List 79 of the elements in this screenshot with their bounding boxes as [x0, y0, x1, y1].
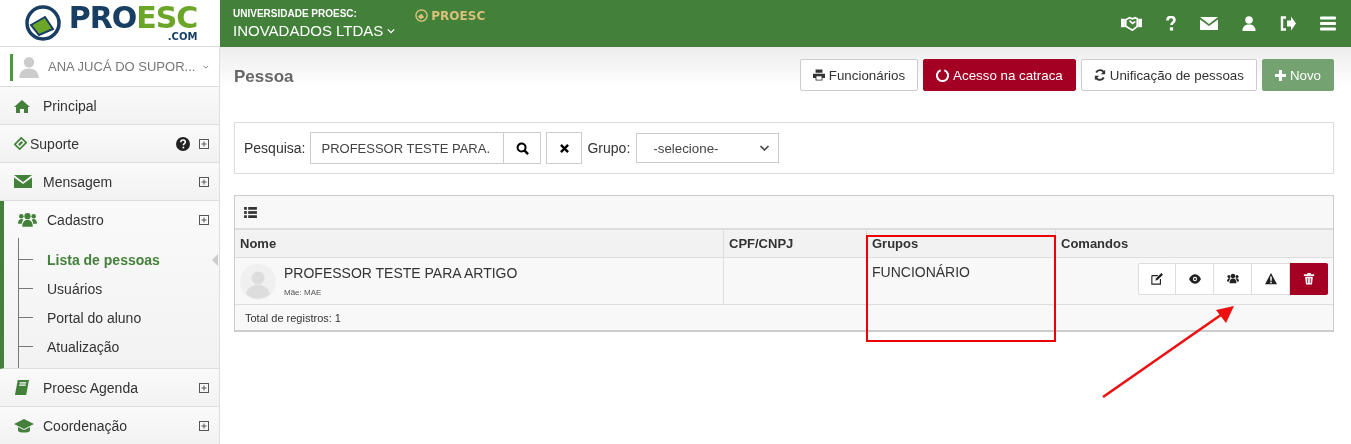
column-header: Grupos	[866, 230, 1055, 258]
search-label: Pesquisa:	[244, 140, 306, 156]
column-header: Comandos	[1055, 230, 1333, 258]
menu-button[interactable]	[1317, 16, 1339, 31]
users-icon	[18, 212, 37, 227]
plus-icon	[1274, 69, 1286, 81]
help-icon	[176, 136, 190, 151]
logo-drawing	[22, 5, 63, 41]
book-icon	[14, 380, 29, 395]
expand-icon	[199, 138, 209, 149]
user-menu[interactable]: ANA JUCÁ DO SUPOR...	[0, 47, 219, 87]
column-header: Nome	[235, 230, 723, 258]
edit-icon	[1151, 273, 1163, 285]
edit-button[interactable]	[1138, 263, 1176, 295]
expand-icon	[199, 420, 209, 431]
delete-button[interactable]	[1290, 263, 1328, 295]
sidebar-item[interactable]: Coordenação	[0, 407, 219, 444]
expand-icon	[199, 176, 209, 187]
person-name: PROFESSOR TESTE PARA ARTIGO	[284, 265, 518, 281]
sidebar-item[interactable]: Principal	[0, 87, 219, 124]
search-field[interactable]: PROFESSOR TESTE PARA.	[310, 132, 542, 164]
search-icon	[516, 141, 529, 155]
sidebar-item[interactable]: Cadastro	[4, 201, 219, 238]
printer-icon	[812, 69, 825, 81]
chevron-down-icon	[203, 63, 209, 70]
badge-logo-text: PROESC	[431, 8, 486, 23]
help-button[interactable]	[1163, 16, 1179, 31]
menu-icon	[1320, 16, 1336, 31]
toolbar-button[interactable]: Unificação de pessoas	[1080, 59, 1257, 91]
user-icon	[1242, 16, 1256, 31]
envelope-icon	[14, 175, 32, 188]
handshake-icon	[1121, 16, 1142, 31]
users-icon	[1226, 273, 1239, 285]
toolbar-button[interactable]: Funcionários	[799, 59, 919, 91]
logo-wordmark: PROESC	[68, 4, 198, 32]
column-header: CPF/CNPJ	[723, 230, 866, 258]
institution-label: UNIVERSIDADE PROESC:	[233, 8, 358, 19]
warning-button[interactable]	[1252, 263, 1290, 295]
submenu-item[interactable]: Portal do aluno	[47, 309, 142, 326]
warning-icon	[1264, 273, 1277, 285]
record-count: Total de registros: 1	[244, 310, 342, 326]
envelope-button[interactable]	[1197, 16, 1221, 31]
view-button[interactable]	[1176, 263, 1214, 295]
group-select[interactable]: -selecione-	[636, 133, 780, 163]
chevron-down-icon	[759, 145, 771, 151]
submenu-item[interactable]: Atualização	[47, 338, 120, 355]
ticket-icon	[14, 137, 27, 150]
badge-logo-icon	[415, 9, 429, 22]
groups-button[interactable]	[1214, 263, 1252, 295]
close-icon	[560, 143, 569, 153]
list-icon	[244, 206, 257, 218]
avatar-icon	[18, 54, 40, 79]
home-icon	[14, 98, 30, 113]
submenu-item[interactable]: Usuários	[47, 280, 103, 297]
graduation-cap-icon	[14, 418, 34, 433]
expand-icon	[199, 214, 209, 225]
sidebar-item[interactable]: Suporte	[0, 125, 219, 162]
table-cell: FUNCIONÁRIO	[872, 264, 970, 280]
help-icon	[1166, 16, 1176, 31]
expand-icon	[199, 382, 209, 393]
trash-icon	[1302, 273, 1315, 285]
ring-icon	[936, 68, 950, 82]
logo-domain: .COM	[167, 32, 198, 42]
chevron-down-icon	[387, 27, 396, 34]
envelope-icon	[1200, 16, 1218, 31]
clear-button[interactable]	[546, 132, 583, 164]
avatar-icon	[240, 264, 276, 300]
sign-out-icon	[1280, 16, 1296, 31]
group-label: Grupo:	[587, 140, 631, 156]
sidebar-item[interactable]: Mensagem	[0, 163, 219, 200]
page-title: Pessoa	[234, 65, 295, 87]
refresh-icon	[1093, 69, 1106, 81]
eye-icon	[1188, 273, 1201, 285]
mother-name: Mãe: MAE	[284, 288, 323, 297]
sidebar-item[interactable]: Proesc Agenda	[0, 369, 219, 406]
company-selector[interactable]: INOVADADOS LTDAS	[233, 22, 396, 39]
danger-button[interactable]: Acesso na catraca	[923, 59, 1076, 91]
handshake-button[interactable]	[1118, 16, 1145, 31]
submenu-item[interactable]: Lista de pessoas	[47, 251, 160, 268]
